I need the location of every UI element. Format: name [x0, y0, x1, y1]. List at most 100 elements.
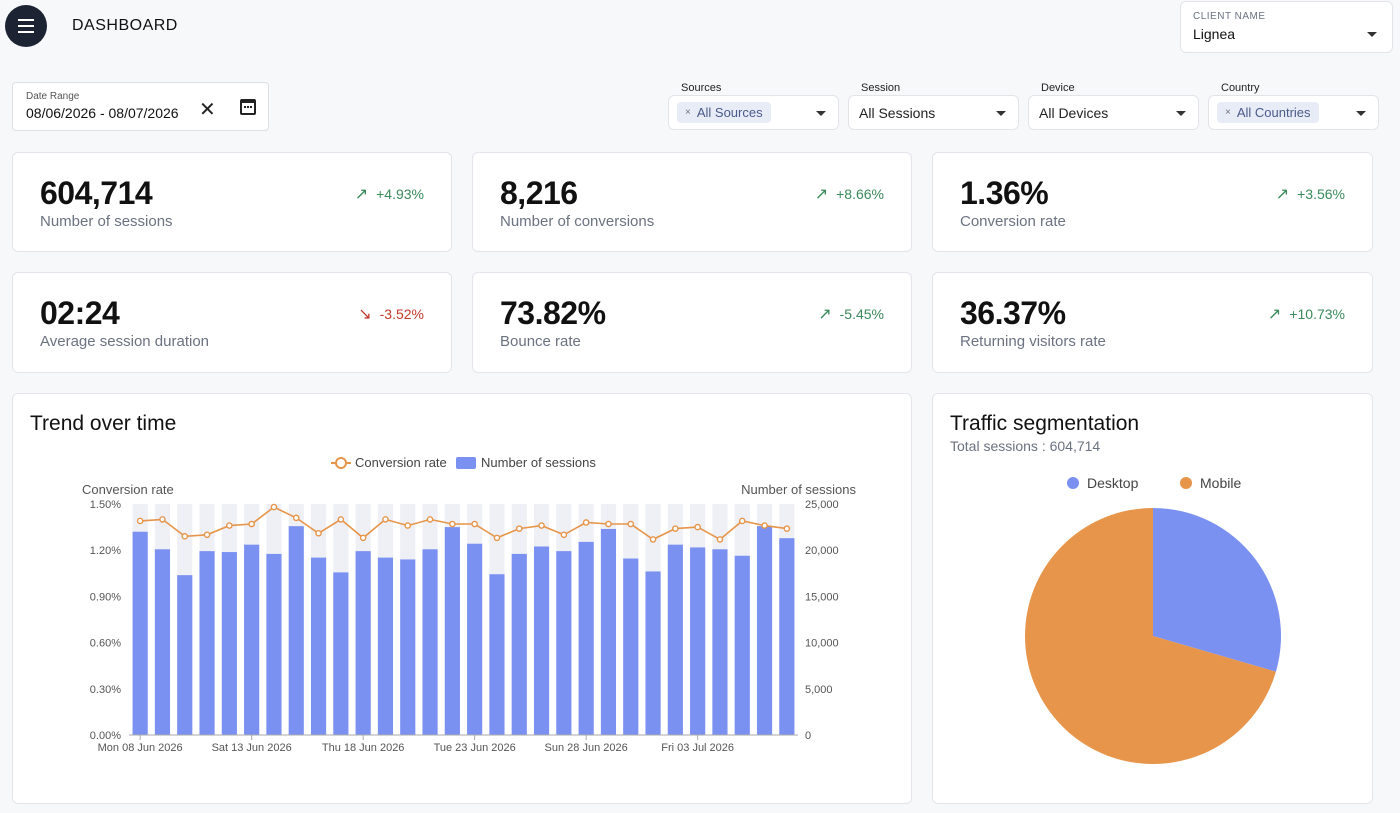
session-bar[interactable]: [600, 528, 617, 735]
country-chip[interactable]: × All Countries: [1217, 102, 1319, 123]
conversion-rate-point[interactable]: [605, 520, 612, 528]
conversion-rate-point[interactable]: [716, 536, 724, 543]
close-icon[interactable]: ✕: [199, 97, 216, 122]
kpi-delta: ↗ +4.93%: [355, 184, 424, 204]
session-bar[interactable]: [578, 541, 594, 735]
conversion-rate-point[interactable]: [426, 516, 434, 523]
session-bar[interactable]: [333, 572, 349, 735]
conversion-rate-point[interactable]: [515, 525, 523, 532]
session-filter: Session All Sessions: [848, 82, 1019, 130]
x-tick-label: Fri 03 Jul 2026: [661, 742, 734, 754]
legend-line-marker: [335, 457, 347, 469]
session-bar[interactable]: [712, 549, 728, 735]
conversion-rate-point[interactable]: [582, 519, 590, 526]
session-bar[interactable]: [177, 575, 193, 735]
session-bar[interactable]: [467, 543, 483, 735]
session-bar[interactable]: [756, 526, 773, 735]
kpi-delta: ↘ -3.52%: [358, 304, 424, 324]
conversion-rate-point[interactable]: [337, 516, 345, 523]
session-bar[interactable]: [244, 544, 260, 735]
conversion-rate-point[interactable]: [292, 514, 300, 522]
session-bar[interactable]: [533, 546, 550, 735]
session-bar[interactable]: [623, 558, 639, 735]
x-tick-label: Sat 13 Jun 2026: [212, 742, 292, 754]
session-bar[interactable]: [645, 571, 661, 735]
right-tick-label: 25,000: [805, 499, 839, 511]
conversion-rate-point[interactable]: [761, 522, 768, 529]
remove-icon[interactable]: ×: [1225, 107, 1231, 118]
session-bar[interactable]: [310, 557, 327, 735]
conversion-rate-point[interactable]: [449, 520, 456, 528]
sources-chip[interactable]: × All Sources: [677, 102, 771, 123]
session-bar[interactable]: [422, 549, 438, 735]
country-filter: Country × All Countries: [1208, 82, 1379, 130]
remove-icon[interactable]: ×: [685, 107, 691, 118]
conversion-rate-line: [140, 506, 788, 541]
session-value: All Sessions: [859, 104, 936, 121]
client-select[interactable]: CLIENT NAME Lignea: [1180, 1, 1393, 53]
session-label: Session: [861, 82, 901, 94]
conversion-rate-point[interactable]: [203, 531, 211, 539]
session-bar[interactable]: [355, 551, 371, 735]
device-filter: Device All Devices: [1028, 82, 1199, 130]
conversion-rate-point[interactable]: [270, 503, 278, 511]
segmentation-chart: Desktop Mobile: [1025, 475, 1282, 764]
session-bar[interactable]: [288, 526, 304, 735]
conversion-rate-point[interactable]: [248, 520, 255, 528]
session-bar[interactable]: [266, 553, 282, 735]
conversion-rate-point[interactable]: [694, 523, 701, 531]
device-select[interactable]: All Devices: [1028, 95, 1199, 130]
session-bar[interactable]: [779, 538, 795, 735]
session-bar[interactable]: [511, 553, 527, 735]
session-bar[interactable]: [221, 552, 237, 735]
kpi-label: Number of sessions: [40, 213, 173, 230]
session-bar[interactable]: [199, 551, 215, 735]
conversion-rate-point[interactable]: [359, 534, 367, 542]
conversion-rate-point[interactable]: [538, 522, 545, 529]
session-bar[interactable]: [444, 527, 460, 735]
conversion-rate-point[interactable]: [783, 525, 791, 532]
conversion-rate-point[interactable]: [181, 533, 189, 540]
session-select[interactable]: All Sessions: [848, 95, 1019, 130]
session-bar[interactable]: [690, 547, 706, 735]
calendar-icon[interactable]: [240, 99, 256, 115]
conversion-rate-point[interactable]: [560, 531, 568, 539]
x-tick-label: Sun 28 Jun 2026: [545, 742, 628, 754]
conversion-rate-point[interactable]: [672, 525, 679, 532]
client-value: Lignea: [1193, 26, 1236, 42]
sources-select[interactable]: × All Sources: [668, 95, 839, 130]
conversion-rate-point[interactable]: [404, 522, 412, 529]
session-bar[interactable]: [489, 574, 505, 735]
conversion-rate-point[interactable]: [382, 516, 389, 523]
device-value: All Devices: [1039, 104, 1109, 121]
arrow-down-right-icon: ↘: [358, 306, 372, 323]
session-bar[interactable]: [154, 549, 171, 735]
left-tick-label: 1.50%: [90, 499, 121, 511]
conversion-rate-point[interactable]: [627, 520, 635, 528]
conversion-rate-point[interactable]: [738, 517, 746, 525]
country-select[interactable]: × All Countries: [1208, 95, 1379, 130]
conversion-rate-point[interactable]: [315, 529, 322, 537]
conversion-rate-point[interactable]: [159, 516, 166, 523]
conversion-rate-point[interactable]: [649, 536, 657, 543]
session-bar[interactable]: [132, 531, 148, 735]
menu-button[interactable]: [5, 5, 47, 47]
trend-chart: Conversion rate Number of sessions Conve…: [82, 455, 856, 754]
conversion-rate-point[interactable]: [136, 517, 144, 525]
session-bar[interactable]: [667, 544, 683, 735]
session-bar[interactable]: [400, 559, 416, 735]
kpi-value: 73.82%: [500, 295, 606, 331]
session-bar[interactable]: [734, 555, 750, 735]
chevron-down-icon: [1356, 111, 1366, 116]
session-bar[interactable]: [556, 551, 572, 735]
legend-mobile-dot: [1180, 477, 1192, 489]
conversion-rate-point[interactable]: [226, 522, 233, 529]
session-bar[interactable]: [377, 557, 394, 735]
conversion-rate-point[interactable]: [471, 520, 478, 528]
sources-value: All Sources: [696, 105, 763, 120]
left-axis-title: Conversion rate: [82, 482, 174, 497]
arrow-up-right-icon: ↗: [1267, 306, 1282, 323]
date-range-picker[interactable]: Date Range 08/06/2026 - 08/07/2026 ✕: [12, 82, 269, 131]
conversion-rate-point[interactable]: [493, 534, 501, 542]
left-tick-label: 0.90%: [90, 591, 121, 603]
